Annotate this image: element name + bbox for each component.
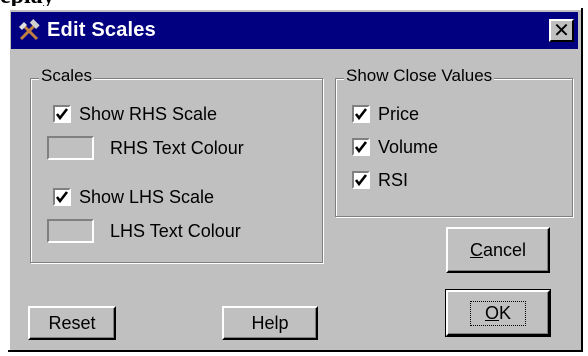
reset-button-label: Reset <box>48 312 96 333</box>
checkbox-box[interactable] <box>352 171 370 189</box>
close-icon: ✕ <box>553 19 570 42</box>
title-bar[interactable]: Edit Scales ✕ <box>11 12 578 49</box>
checkmark-icon <box>55 108 69 121</box>
help-button[interactable]: Help <box>222 306 318 340</box>
checkmark-icon <box>354 141 368 154</box>
volume-checkbox[interactable]: Volume <box>352 134 438 160</box>
close-values-groupbox: Show Close Values Price Volume RSI <box>335 66 573 217</box>
cancel-button[interactable]: Cancel <box>446 227 550 273</box>
close-values-group-label: Show Close Values <box>344 66 495 86</box>
lhs-colour-swatch[interactable] <box>47 219 94 243</box>
ok-button[interactable]: OK <box>445 289 551 337</box>
lhs-text-colour-row: LHS Text Colour <box>47 218 241 244</box>
rhs-colour-swatch[interactable] <box>47 136 94 160</box>
scales-groupbox: Scales Show RHS Scale RHS Text Colour Sh… <box>30 66 323 263</box>
hammer-pick-icon <box>17 19 41 43</box>
checkmark-icon <box>55 191 69 204</box>
ok-button-label: OK <box>469 300 527 326</box>
help-button-label: Help <box>251 312 289 333</box>
volume-label: Volume <box>378 136 439 157</box>
checkbox-box[interactable] <box>352 105 370 123</box>
rsi-checkbox[interactable]: RSI <box>352 167 408 193</box>
edit-scales-dialog: Edit Scales ✕ Scales Show RHS Scale RHS … <box>8 8 583 352</box>
show-lhs-scale-label: Show LHS Scale <box>79 186 215 207</box>
lhs-text-colour-label: LHS Text Colour <box>110 220 241 241</box>
checkmark-icon <box>354 174 368 187</box>
page-heading-fragment: eplay <box>0 0 160 6</box>
checkmark-icon <box>354 108 368 121</box>
reset-button[interactable]: Reset <box>28 306 116 340</box>
close-button[interactable]: ✕ <box>549 19 574 42</box>
dialog-title: Edit Scales <box>47 19 156 41</box>
price-label: Price <box>378 103 420 124</box>
price-checkbox[interactable]: Price <box>352 101 419 127</box>
scales-group-label: Scales <box>39 66 95 86</box>
rhs-text-colour-label: RHS Text Colour <box>110 137 244 158</box>
checkbox-box[interactable] <box>53 188 71 206</box>
rhs-text-colour-row: RHS Text Colour <box>47 135 244 161</box>
show-rhs-scale-checkbox[interactable]: Show RHS Scale <box>53 101 217 127</box>
show-rhs-scale-label: Show RHS Scale <box>79 103 218 124</box>
cancel-button-label: Cancel <box>469 239 527 260</box>
checkbox-box[interactable] <box>53 105 71 123</box>
checkbox-box[interactable] <box>352 138 370 156</box>
rsi-label: RSI <box>378 169 409 190</box>
show-lhs-scale-checkbox[interactable]: Show LHS Scale <box>53 184 214 210</box>
